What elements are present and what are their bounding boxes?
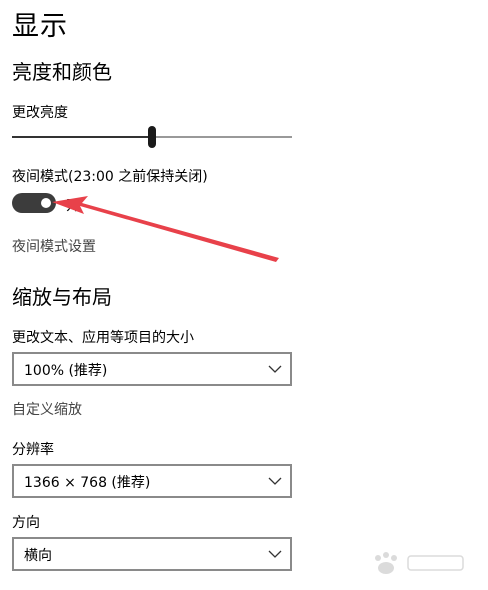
custom-scaling-link[interactable]: 自定义缩放	[12, 399, 82, 419]
brightness-label: 更改亮度	[12, 105, 68, 121]
orientation-label: 方向	[12, 515, 40, 531]
scale-layout-section-title: 缩放与布局	[12, 285, 112, 309]
night-mode-state: 开	[66, 198, 80, 214]
night-mode-label: 夜间模式(23:00 之前保持关闭)	[12, 169, 208, 185]
resolution-value: 1366 × 768 (推荐)	[24, 475, 151, 491]
night-mode-toggle[interactable]	[12, 193, 56, 213]
brightness-color-section-title: 亮度和颜色	[12, 60, 112, 84]
night-mode-settings-link[interactable]: 夜间模式设置	[12, 236, 96, 256]
page-title: 显示	[12, 11, 68, 42]
resolution-label: 分辨率	[12, 442, 54, 458]
toggle-knob	[41, 198, 51, 208]
display-settings-page: 显示 亮度和颜色 更改亮度 夜间模式(23:00 之前保持关闭) 开 夜间模式设…	[0, 0, 488, 590]
text-size-label: 更改文本、应用等项目的大小	[12, 330, 194, 346]
chevron-down-icon	[268, 477, 282, 485]
brightness-slider[interactable]	[12, 126, 292, 148]
slider-thumb[interactable]	[148, 126, 156, 148]
orientation-dropdown[interactable]: 横向	[12, 537, 292, 571]
chevron-down-icon	[268, 365, 282, 373]
watermark-logo-icon	[375, 552, 464, 574]
text-size-value: 100% (推荐)	[24, 363, 108, 379]
resolution-dropdown[interactable]: 1366 × 768 (推荐)	[12, 464, 292, 498]
chevron-down-icon	[268, 550, 282, 558]
orientation-value: 横向	[24, 548, 52, 564]
slider-track-fill	[12, 136, 152, 138]
text-size-dropdown[interactable]: 100% (推荐)	[12, 352, 292, 386]
